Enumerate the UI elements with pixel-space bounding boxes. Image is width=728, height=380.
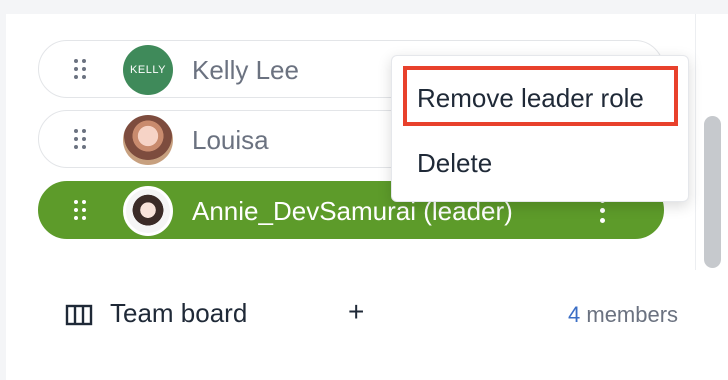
kelly-avatar: KELLY	[123, 45, 173, 95]
member-count: 4 members	[568, 302, 678, 328]
louisa-avatar	[123, 115, 173, 165]
scroll-track	[695, 14, 696, 270]
scrollbar-thumb[interactable]	[704, 116, 721, 268]
annie-avatar	[123, 186, 173, 236]
plus-icon[interactable]: +	[348, 296, 364, 328]
member-name: Kelly Lee	[192, 55, 299, 85]
drag-handle-icon[interactable]	[72, 198, 90, 222]
board-icon	[65, 304, 93, 326]
member-name: Louisa	[192, 125, 269, 155]
drag-handle-icon[interactable]	[72, 127, 90, 151]
drag-handle-icon[interactable]	[72, 57, 90, 81]
team-board-label[interactable]: Team board	[110, 298, 247, 329]
member-count-number: 4	[568, 302, 581, 327]
top-band	[0, 0, 728, 14]
team-footer: Team board + 4 members	[0, 282, 728, 348]
menu-item-remove-leader-role[interactable]: Remove leader role	[417, 83, 644, 114]
member-count-label: members	[586, 302, 679, 327]
context-menu: Remove leader role Delete	[391, 55, 689, 202]
menu-item-delete[interactable]: Delete	[417, 148, 492, 179]
